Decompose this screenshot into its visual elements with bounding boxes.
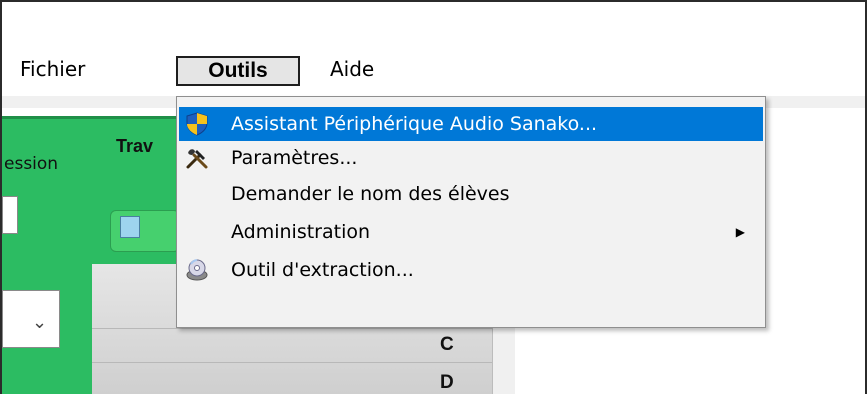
session-field[interactable] bbox=[2, 196, 18, 234]
work-panel-title: Trav bbox=[116, 136, 154, 156]
edit-icon bbox=[120, 216, 140, 238]
menu-item-assistant-audio[interactable]: Assistant Périphérique Audio Sanako... bbox=[179, 107, 763, 141]
grid-row-label: D bbox=[440, 372, 454, 393]
menu-item-label: Assistant Périphérique Audio Sanako... bbox=[231, 113, 598, 135]
menu-item-parametres[interactable]: Paramètres... bbox=[179, 141, 763, 175]
outils-dropdown-menu: Assistant Périphérique Audio Sanako... P… bbox=[176, 96, 766, 328]
submenu-arrow-icon: ▶ bbox=[735, 225, 745, 239]
menu-aide[interactable]: Aide bbox=[330, 56, 374, 82]
session-combobox[interactable] bbox=[2, 290, 60, 348]
session-label: ession bbox=[4, 154, 59, 174]
menu-item-outil-extraction[interactable]: Outil d'extraction... bbox=[179, 253, 763, 287]
menu-item-administration[interactable]: Administration ▶ bbox=[179, 215, 763, 249]
menu-fichier[interactable]: Fichier bbox=[20, 56, 85, 82]
menu-item-demander-nom[interactable]: Demander le nom des élèves bbox=[179, 177, 763, 211]
menu-outils[interactable]: Outils bbox=[176, 56, 300, 86]
grid-row-label: C bbox=[440, 334, 454, 355]
menu-item-label: Outil d'extraction... bbox=[231, 259, 414, 281]
menu-bar bbox=[2, 2, 865, 98]
grid-row-divider bbox=[92, 328, 492, 329]
chevron-down-icon: ⌄ bbox=[32, 312, 48, 333]
cd-icon bbox=[186, 259, 208, 281]
grid-row-divider bbox=[92, 362, 492, 363]
menu-item-label: Administration bbox=[231, 221, 371, 243]
menu-outils-label: Outils bbox=[208, 59, 268, 82]
menu-item-label: Paramètres... bbox=[231, 147, 358, 169]
tools-icon bbox=[186, 149, 208, 169]
shield-icon bbox=[186, 112, 208, 136]
menu-item-label: Demander le nom des élèves bbox=[231, 183, 510, 205]
